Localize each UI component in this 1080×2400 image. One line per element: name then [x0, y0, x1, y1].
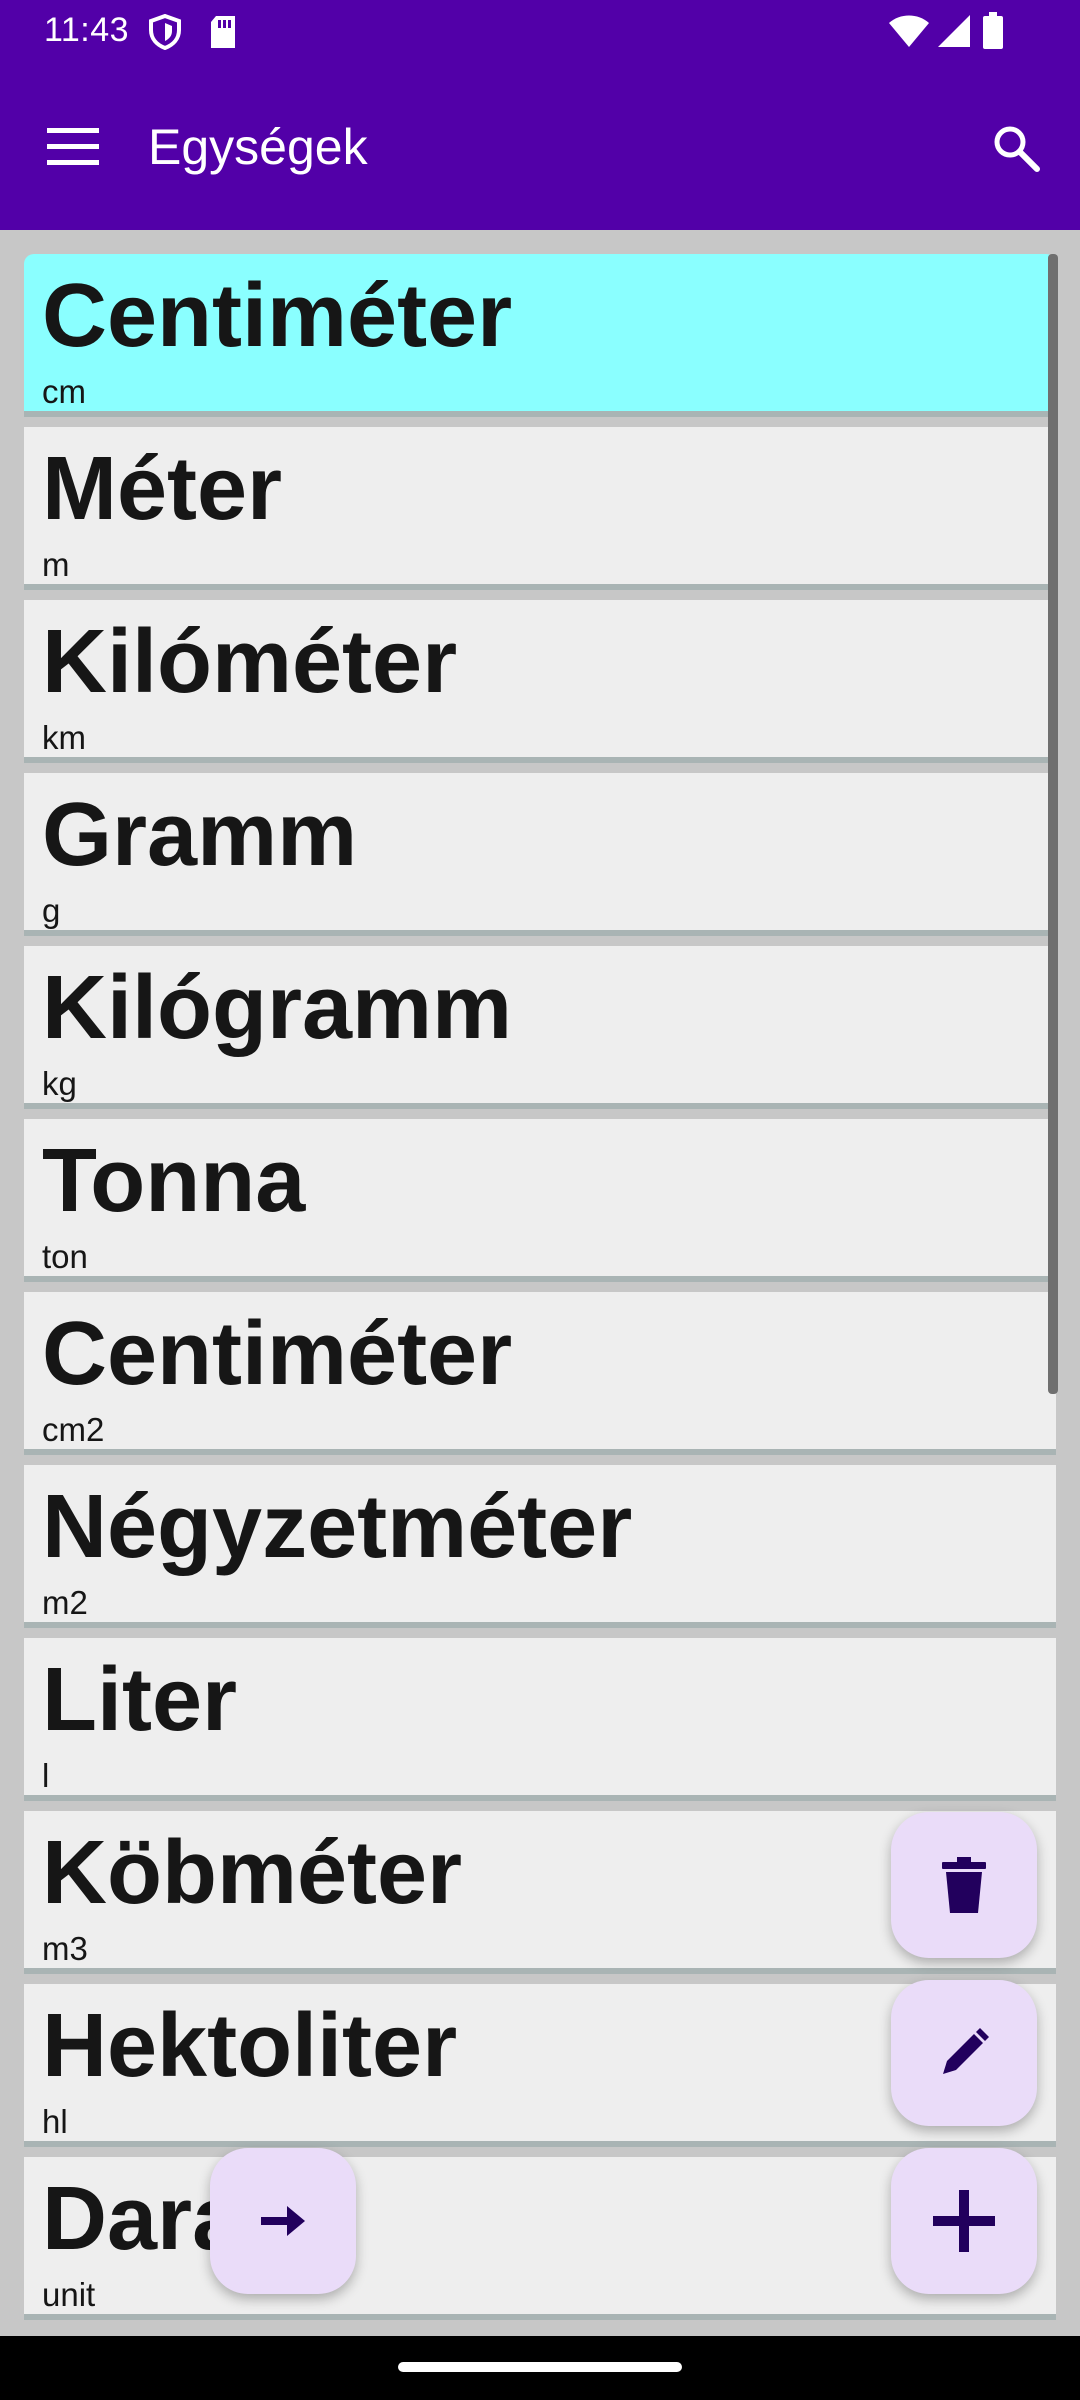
unit-abbreviation: g	[42, 892, 61, 929]
unit-name: Centiméter	[42, 1304, 513, 1404]
search-icon	[994, 126, 1040, 172]
unit-abbreviation: cm	[42, 373, 86, 410]
unit-name: Négyzetméter	[42, 1477, 633, 1577]
unit-name: Liter	[42, 1650, 238, 1750]
forward-button[interactable]	[210, 2148, 356, 2294]
scrollbar[interactable]	[1048, 254, 1058, 1394]
app-bar: Egységek	[0, 62, 1080, 230]
unit-name: Kilógramm	[42, 958, 513, 1058]
unit-name: Méter	[42, 439, 283, 539]
unit-name: Köbméter	[42, 1823, 463, 1923]
unit-abbreviation: hl	[42, 2103, 68, 2140]
unit-name: Tonna	[42, 1131, 306, 1231]
list-item-centimeter[interactable]: Centiméter cm	[24, 254, 1056, 417]
unit-name: Kilóméter	[42, 612, 458, 712]
unit-name: Gramm	[42, 785, 358, 885]
add-button[interactable]	[891, 2148, 1037, 2294]
hamburger-menu-icon	[47, 128, 99, 165]
home-handle[interactable]	[398, 2362, 682, 2372]
unit-abbreviation: km	[42, 719, 86, 756]
edit-button[interactable]	[891, 1980, 1037, 2126]
unit-abbreviation: unit	[42, 2276, 96, 2313]
list-item-kilometer[interactable]: Kilóméter km	[24, 600, 1056, 763]
status-bar: 11:43	[0, 0, 1080, 62]
list-item-square-meter[interactable]: Négyzetméter m2	[24, 1465, 1056, 1628]
page-title: Egységek	[148, 119, 368, 175]
shield-icon	[149, 14, 181, 50]
search-button[interactable]	[976, 108, 1056, 188]
list-item-ton[interactable]: Tonna ton	[24, 1119, 1056, 1282]
wifi-icon	[889, 15, 929, 47]
battery-icon	[983, 12, 1003, 49]
unit-abbreviation: m2	[42, 1584, 88, 1621]
menu-button[interactable]	[34, 108, 112, 186]
unit-name: Hektoliter	[42, 1996, 458, 2096]
sd-card-icon	[211, 16, 235, 48]
plus-icon	[933, 2190, 995, 2252]
list-item-gram[interactable]: Gramm g	[24, 773, 1056, 936]
status-time: 11:43	[44, 11, 130, 49]
navigation-bar	[0, 2336, 1080, 2400]
signal-icon	[938, 15, 970, 47]
unit-abbreviation: l	[42, 1757, 50, 1794]
trash-icon	[942, 1857, 986, 1913]
unit-abbreviation: cm2	[42, 1411, 105, 1448]
list-item-kilogram[interactable]: Kilógramm kg	[24, 946, 1056, 1109]
unit-abbreviation: m	[42, 546, 70, 583]
list-item-liter[interactable]: Liter l	[24, 1638, 1056, 1801]
unit-abbreviation: kg	[42, 1065, 77, 1102]
list-item-square-centimeter[interactable]: Centiméter cm2	[24, 1292, 1056, 1455]
delete-button[interactable]	[891, 1812, 1037, 1958]
unit-name: Centiméter	[42, 266, 513, 366]
arrow-right-icon	[261, 2206, 305, 2236]
pencil-icon	[943, 2028, 989, 2074]
unit-abbreviation: ton	[42, 1238, 88, 1275]
unit-abbreviation: m3	[42, 1930, 88, 1967]
list-item-meter[interactable]: Méter m	[24, 427, 1056, 590]
